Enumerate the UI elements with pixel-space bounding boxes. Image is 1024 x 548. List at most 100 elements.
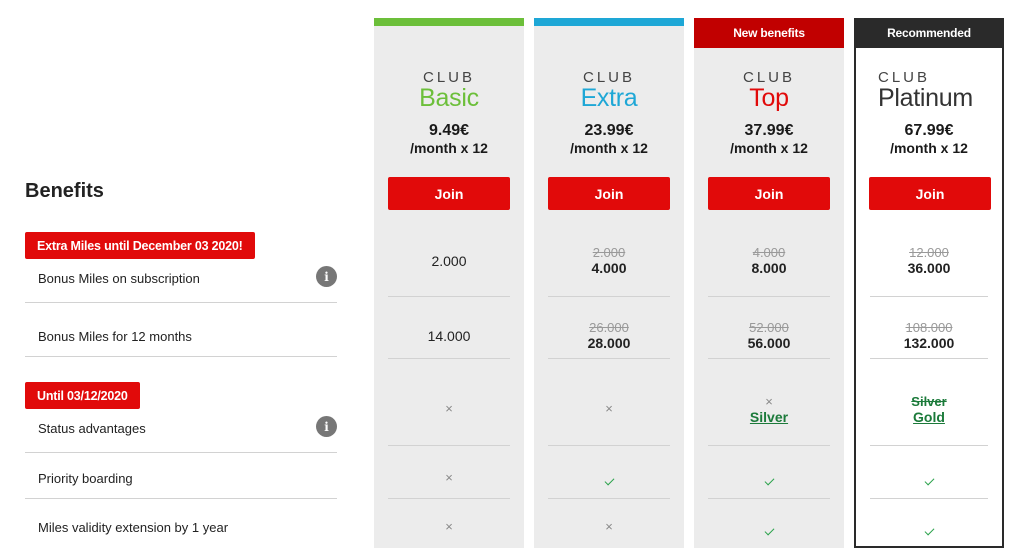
logo-tier-name: Platinum — [878, 84, 973, 112]
logo-club-text: CLUB — [742, 69, 795, 86]
price-period: /month x 12 — [570, 140, 648, 156]
cell-bonus-12-months: 52.000 56.000 — [694, 320, 844, 352]
logo-club-text: CLUB — [422, 69, 475, 86]
row-label-bonus-12-months: Bonus Miles for 12 months — [38, 329, 192, 344]
check-icon — [764, 475, 774, 486]
old-value: 108.000 — [905, 320, 953, 335]
cross-icon: × — [605, 519, 613, 534]
old-value: 52.000 — [749, 320, 789, 335]
cross-icon: × — [445, 519, 453, 534]
check-icon — [924, 475, 934, 486]
row-divider — [25, 498, 337, 499]
cell-divider — [870, 296, 988, 297]
cell-value: 28.000 — [587, 335, 631, 351]
cell-value: 8.000 — [751, 260, 787, 276]
cell-value: 2.000 — [431, 253, 467, 269]
plan-column-top: New benefits CLUB Top 37.99€ /month x 12… — [694, 18, 844, 548]
price-amount: 67.99€ — [904, 122, 954, 139]
cell-status: × — [534, 401, 684, 416]
check-icon — [924, 525, 934, 536]
old-value: 12.000 — [909, 245, 949, 260]
plan-price: 9.49€ /month x 12 — [374, 121, 524, 157]
plan-color-bar — [534, 18, 684, 26]
cell-priority-boarding — [694, 470, 844, 486]
cell-divider — [388, 445, 510, 446]
cell-bonus-subscription: 2.000 4.000 — [534, 245, 684, 277]
check-icon — [604, 475, 614, 486]
cell-status: × — [374, 401, 524, 416]
old-value: 4.000 — [752, 245, 786, 260]
info-icon[interactable]: i — [316, 416, 337, 437]
cell-status: Silver Gold — [856, 394, 1002, 426]
price-amount: 9.49€ — [428, 122, 470, 139]
row-divider — [25, 356, 337, 357]
plan-color-bar — [374, 18, 524, 26]
logo-tier-name: Extra — [580, 84, 638, 112]
cell-value: 132.000 — [903, 335, 955, 351]
old-value: 2.000 — [592, 245, 626, 260]
cell-bonus-12-months: 108.000 132.000 — [856, 320, 1002, 352]
plan-price: 67.99€ /month x 12 — [856, 121, 1002, 157]
info-icon[interactable]: i — [316, 266, 337, 287]
cross-icon: × — [765, 394, 773, 409]
cell-divider — [548, 358, 670, 359]
join-button-top[interactable]: Join — [708, 177, 830, 210]
join-button-basic[interactable]: Join — [388, 177, 510, 210]
recommended-badge: Recommended — [854, 18, 1004, 48]
price-period: /month x 12 — [890, 140, 968, 156]
cell-divider — [870, 445, 988, 446]
price-period: /month x 12 — [730, 140, 808, 156]
cell-priority-boarding: × — [374, 470, 524, 485]
cell-divider — [388, 358, 510, 359]
cross-icon: × — [445, 401, 453, 416]
logo-tier-name: Top — [749, 84, 789, 112]
cell-divider — [548, 498, 670, 499]
cell-value: 36.000 — [907, 260, 951, 276]
row-label-miles-validity: Miles validity extension by 1 year — [38, 520, 229, 535]
cell-value: 56.000 — [747, 335, 791, 351]
status-silver-link[interactable]: Silver — [694, 409, 844, 426]
cell-miles-validity: × — [534, 519, 684, 534]
cell-divider — [388, 296, 510, 297]
plan-column-extra: CLUB Extra 23.99€ /month x 12 Join 2.000… — [534, 18, 684, 548]
logo-tier-name: Basic — [419, 84, 479, 112]
plan-column-platinum: Recommended CLUB Platinum 67.99€ /month … — [854, 18, 1004, 548]
plan-price: 37.99€ /month x 12 — [694, 121, 844, 157]
cell-divider — [870, 498, 988, 499]
plan-column-basic: CLUB Basic 9.49€ /month x 12 Join 2.000 … — [374, 18, 524, 548]
cell-value: 14.000 — [427, 328, 471, 344]
old-value: 26.000 — [589, 320, 629, 335]
cross-icon: × — [445, 470, 453, 485]
cell-bonus-12-months: 14.000 — [374, 328, 524, 345]
row-label-status-advantages: Status advantages — [38, 421, 146, 436]
promo-tag-until: Until 03/12/2020 — [25, 382, 140, 409]
cell-divider — [708, 445, 830, 446]
check-icon — [764, 525, 774, 536]
cross-icon: × — [605, 401, 613, 416]
cell-divider — [708, 498, 830, 499]
cell-bonus-12-months: 26.000 28.000 — [534, 320, 684, 352]
cell-divider — [548, 445, 670, 446]
plan-logo-basic: CLUB Basic — [374, 70, 524, 112]
row-label-priority-boarding: Priority boarding — [38, 471, 133, 486]
cell-priority-boarding — [856, 470, 1002, 486]
cell-divider — [708, 358, 830, 359]
cell-miles-validity — [694, 520, 844, 536]
cell-priority-boarding — [534, 470, 684, 486]
benefits-heading: Benefits — [25, 180, 104, 202]
promo-tag-extra-miles: Extra Miles until December 03 2020! — [25, 232, 255, 259]
join-button-platinum[interactable]: Join — [869, 177, 991, 210]
plan-logo-platinum: CLUB Platinum — [856, 70, 1002, 112]
cell-bonus-subscription: 12.000 36.000 — [856, 245, 1002, 277]
price-period: /month x 12 — [410, 140, 488, 156]
status-gold-link[interactable]: Gold — [856, 409, 1002, 426]
cell-divider — [388, 498, 510, 499]
logo-club-text: CLUB — [582, 69, 635, 86]
cell-divider — [708, 296, 830, 297]
cell-status: × Silver — [694, 394, 844, 426]
row-divider — [25, 302, 337, 303]
row-divider — [25, 452, 337, 453]
cell-bonus-subscription: 2.000 — [374, 253, 524, 270]
plan-price: 23.99€ /month x 12 — [534, 121, 684, 157]
join-button-extra[interactable]: Join — [548, 177, 670, 210]
